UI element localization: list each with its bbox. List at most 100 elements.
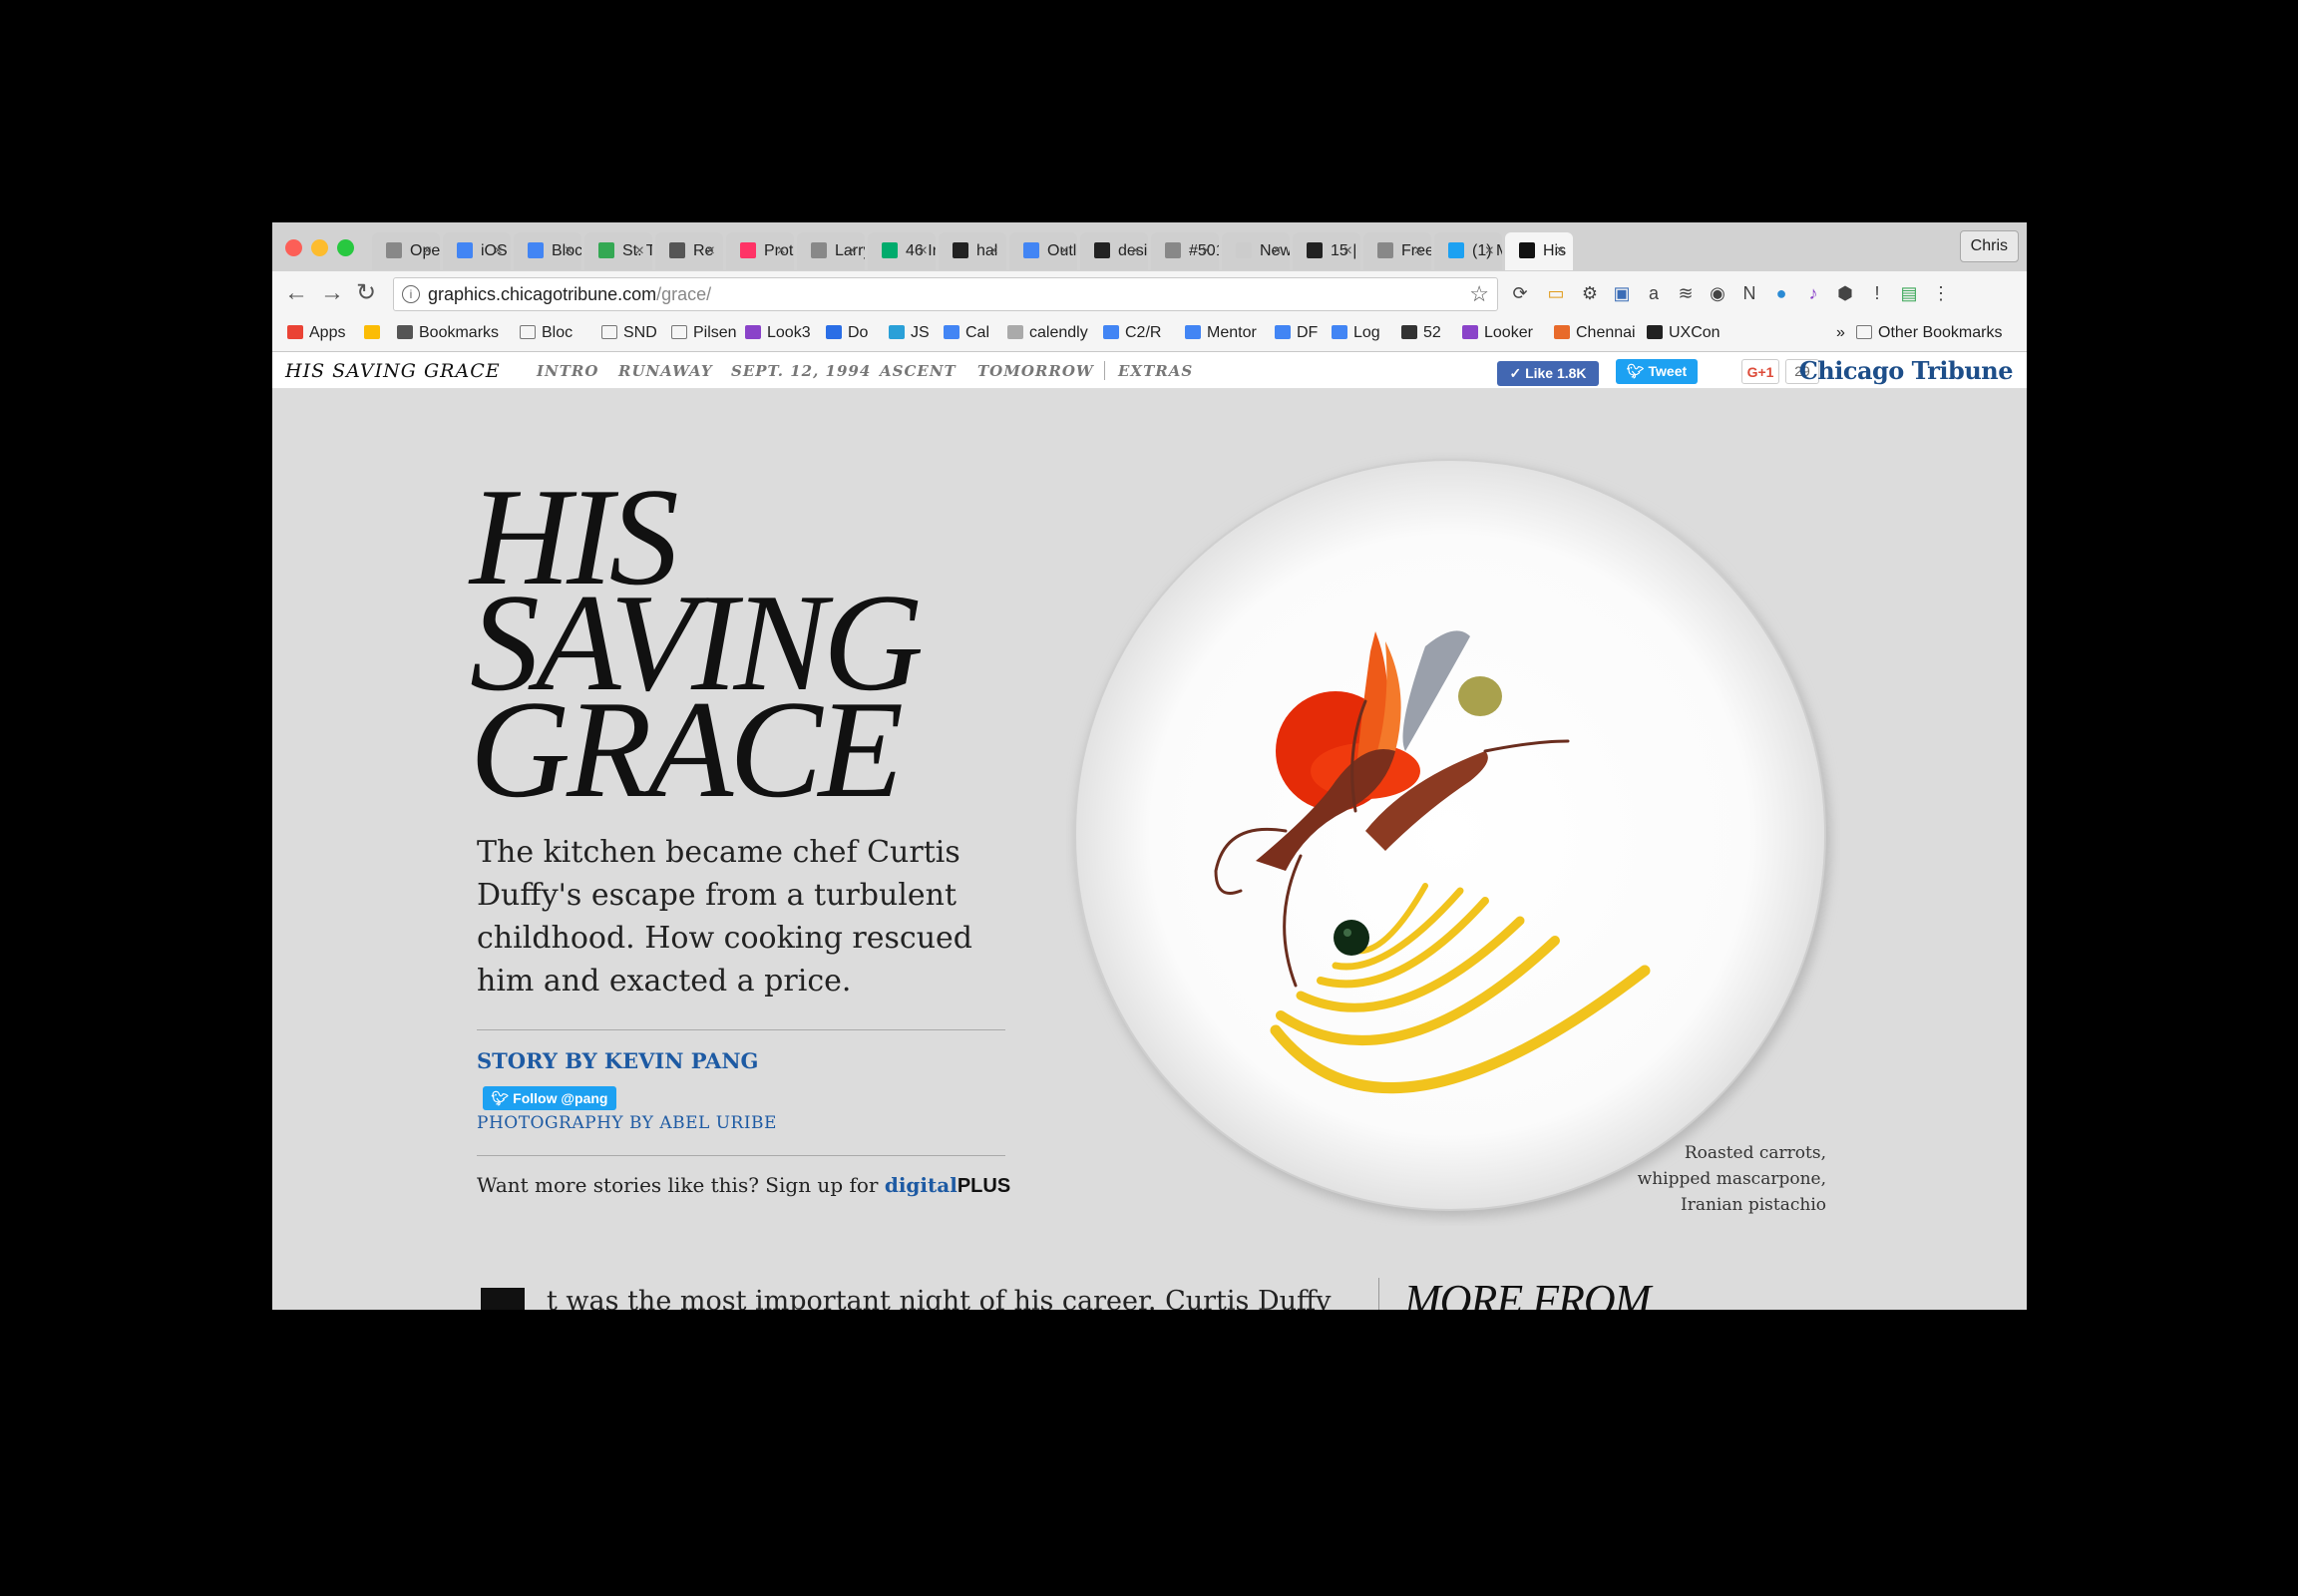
browser-tab[interactable]: 46 In×: [868, 232, 936, 270]
close-tab-icon[interactable]: ×: [919, 232, 928, 270]
nav-intro[interactable]: INTRO: [537, 362, 598, 380]
nav-runaway[interactable]: RUNAWAY: [618, 362, 713, 380]
extension-new-icon[interactable]: ▭: [1545, 282, 1567, 304]
close-tab-icon[interactable]: ×: [1414, 232, 1423, 270]
photo-credit[interactable]: PHOTOGRAPHY BY ABEL URIBE: [477, 1113, 777, 1133]
bookmark-item[interactable]: Apps: [287, 324, 345, 342]
compass-icon[interactable]: ◉: [1707, 282, 1728, 304]
browser-tab[interactable]: 15 | .×: [1293, 232, 1360, 270]
close-tab-icon[interactable]: ×: [989, 232, 998, 270]
bookmark-item[interactable]: 52: [1401, 324, 1441, 342]
bookmark-item[interactable]: Do: [826, 324, 868, 342]
close-tab-icon[interactable]: ×: [1060, 232, 1069, 270]
bookmark-star-icon[interactable]: ☆: [1469, 281, 1489, 307]
notion-icon[interactable]: N: [1738, 282, 1760, 304]
bookmark-item[interactable]: Mentor: [1185, 324, 1257, 342]
browser-tab[interactable]: hal ×: [939, 232, 1006, 270]
browser-tab[interactable]: desig×: [1080, 232, 1148, 270]
browser-tab[interactable]: iOS 8×: [443, 232, 511, 270]
google-plus-button[interactable]: G+1: [1741, 359, 1779, 384]
sheet-icon[interactable]: ▤: [1898, 282, 1920, 304]
browser-tab[interactable]: New T×: [1222, 232, 1290, 270]
bookmark-item[interactable]: Chennai: [1554, 324, 1636, 342]
close-window-button[interactable]: [285, 239, 302, 256]
nav-extras[interactable]: EXTRAS: [1118, 362, 1193, 380]
info-icon[interactable]: i: [402, 285, 420, 303]
bookmark-item[interactable]: DF: [1275, 324, 1318, 342]
bookmark-item[interactable]: Bloc: [520, 324, 573, 342]
bookmark-label: 52: [1423, 324, 1441, 341]
globe-icon[interactable]: ●: [1770, 282, 1792, 304]
buffer-icon[interactable]: ≋: [1675, 282, 1697, 304]
digital-plus-link[interactable]: digitalPLUS: [885, 1173, 1010, 1197]
bookmark-item[interactable]: Log: [1332, 324, 1380, 342]
reload-icon[interactable]: ↻: [356, 281, 376, 305]
bookmark-item[interactable]: calendly: [1007, 324, 1088, 342]
amazon-icon[interactable]: a: [1643, 282, 1665, 304]
hexagon-icon[interactable]: ⬢: [1834, 282, 1856, 304]
bookmark-item[interactable]: JS: [889, 324, 930, 342]
byline[interactable]: STORY BY KEVIN PANG: [477, 1048, 758, 1073]
close-tab-icon[interactable]: ×: [848, 232, 857, 270]
close-tab-icon[interactable]: ×: [1485, 232, 1494, 270]
browser-tab[interactable]: Open×: [372, 232, 440, 270]
close-tab-icon[interactable]: ×: [706, 232, 715, 270]
bookmark-item[interactable]: Pilsen: [671, 324, 737, 342]
address-bar[interactable]: i graphics.chicagotribune.com/grace/ ☆: [393, 277, 1498, 311]
bookmarks-overflow-icon[interactable]: »: [1836, 324, 1845, 342]
close-tab-icon[interactable]: ×: [1343, 232, 1352, 270]
tab-strip: Open×iOS 8×Bloc×St. Tl×Re×Proto×Larry×46…: [272, 222, 2027, 272]
close-tab-icon[interactable]: ×: [1131, 232, 1140, 270]
chicago-tribune-logo[interactable]: Chicago Tribune: [1799, 356, 2014, 385]
page-icon: [811, 242, 827, 258]
menu-kebab-icon[interactable]: ⋮: [1930, 282, 1952, 304]
bookmark-item[interactable]: Look3: [745, 324, 811, 342]
minimize-window-button[interactable]: [311, 239, 328, 256]
nav-tomorrow[interactable]: TOMORROW: [977, 362, 1094, 380]
nav-sept-12-1994[interactable]: SEPT. 12, 1994: [731, 362, 871, 380]
close-tab-icon[interactable]: ×: [1202, 232, 1211, 270]
bookmark-item[interactable]: [364, 324, 386, 342]
site-title[interactable]: HIS SAVING GRACE: [285, 360, 501, 382]
close-tab-icon[interactable]: ×: [565, 232, 574, 270]
browser-tab[interactable]: Bloc ×: [514, 232, 581, 270]
close-tab-icon[interactable]: ×: [1556, 232, 1565, 270]
alert-icon[interactable]: !: [1866, 282, 1888, 304]
extension-gear-icon[interactable]: ⚙: [1579, 282, 1601, 304]
bookmark-item[interactable]: SND: [601, 324, 657, 342]
browser-tab[interactable]: Free ×: [1363, 232, 1431, 270]
bookmark-item[interactable]: UXCon: [1647, 324, 1721, 342]
browser-tab[interactable]: Proto×: [726, 232, 794, 270]
browser-tab[interactable]: #501×: [1151, 232, 1219, 270]
follow-twitter-button[interactable]: 🐦︎ Follow @pang: [483, 1086, 616, 1110]
twitter-icon: [1448, 242, 1464, 258]
bookmark-item[interactable]: Cal: [944, 324, 989, 342]
back-icon[interactable]: ←: [284, 281, 308, 305]
bookmark-item[interactable]: C2/R: [1103, 324, 1161, 342]
other-bookmarks-folder[interactable]: Other Bookmarks: [1856, 324, 2002, 342]
close-tab-icon[interactable]: ×: [777, 232, 786, 270]
browser-tab[interactable]: Larry×: [797, 232, 865, 270]
browser-tab[interactable]: St. Tl×: [584, 232, 652, 270]
folder-icon: [671, 325, 687, 339]
close-tab-icon[interactable]: ×: [1273, 232, 1282, 270]
browser-tab[interactable]: (1) M×: [1434, 232, 1502, 270]
browser-tab[interactable]: His ×: [1505, 232, 1573, 270]
tweet-button[interactable]: 🐦︎ Tweet: [1616, 359, 1698, 384]
close-tab-icon[interactable]: ×: [423, 232, 432, 270]
nav-ascent[interactable]: ASCENT: [880, 362, 957, 380]
facebook-like-button[interactable]: ✓ Like 1.8K: [1497, 361, 1599, 386]
extension-sync-icon[interactable]: ⟳: [1509, 282, 1531, 304]
profile-button[interactable]: Chris: [1959, 230, 2019, 262]
extension-badge-icon[interactable]: ▣: [1611, 282, 1633, 304]
close-tab-icon[interactable]: ×: [494, 232, 503, 270]
bookmark-item[interactable]: Bookmarks: [397, 324, 499, 342]
music-icon[interactable]: ♪: [1802, 282, 1824, 304]
zoom-window-button[interactable]: [337, 239, 354, 256]
browser-tab[interactable]: Re ×: [655, 232, 723, 270]
close-tab-icon[interactable]: ×: [635, 232, 644, 270]
browser-tab[interactable]: Outli ×: [1009, 232, 1077, 270]
bookmark-item[interactable]: Looker: [1462, 324, 1533, 342]
bookmark-label: UXCon: [1669, 324, 1721, 341]
forward-icon[interactable]: →: [320, 281, 344, 305]
